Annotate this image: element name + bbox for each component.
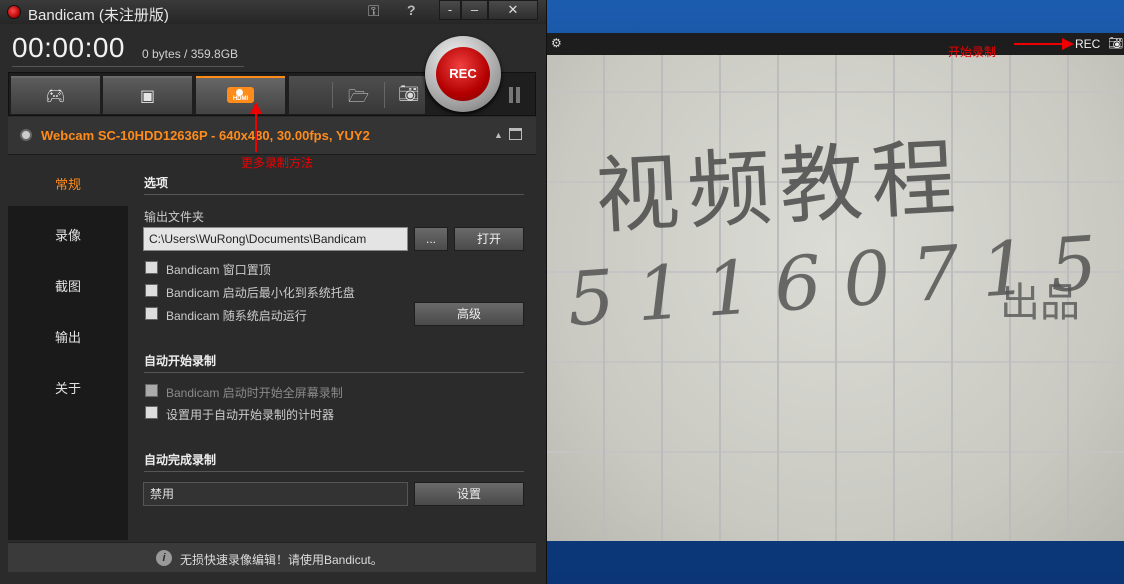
topmost-checkbox[interactable] (145, 261, 158, 274)
annotation-arrow (255, 108, 257, 152)
info-icon: i (156, 550, 172, 566)
gamepad-icon: 🎮︎ (45, 88, 66, 105)
device-mode-tab[interactable]: HDMI (196, 76, 285, 114)
annotation-arrowhead (1062, 38, 1074, 50)
app-logo-icon (7, 5, 21, 19)
game-mode-tab[interactable]: 🎮︎ (11, 76, 100, 114)
output-folder-label: 输出文件夹 (144, 210, 205, 224)
minimize-tray-checkbox[interactable] (145, 284, 158, 297)
auto-complete-settings-button[interactable]: 设置 (414, 482, 524, 506)
auto-complete-value: 禁用 (143, 482, 408, 506)
annotation-more-methods: 更多录制方法 (241, 156, 314, 170)
device-info[interactable]: Webcam SC-10HDD12636P - 640x480, 30.00fp… (41, 128, 370, 143)
section-title-auto-start: 自动开始录制 (144, 354, 217, 368)
divider (144, 372, 524, 373)
timer-record-checkbox[interactable] (145, 406, 158, 419)
sidebar-item-about[interactable]: 关于 (8, 378, 128, 397)
close-button[interactable]: ✕ (488, 0, 538, 20)
minimize-tray-label: Bandicam 启动后最小化到系统托盘 (166, 286, 355, 300)
hdmi-webcam-icon: HDMI (227, 87, 254, 103)
timer-record-label: 设置用于自动开始录制的计时器 (166, 408, 335, 422)
folder-icon[interactable]: 🗁 (348, 84, 369, 113)
section-title-auto-complete: 自动完成录制 (144, 453, 217, 467)
help-icon[interactable]: ? (407, 2, 416, 18)
handwriting-line: 视频教程 (593, 128, 966, 246)
open-folder-button[interactable]: 打开 (454, 227, 524, 251)
topmost-label: Bandicam 窗口置顶 (166, 263, 271, 277)
sidebar-item-general[interactable]: 常规 (8, 174, 128, 193)
preview-camera-icon[interactable]: 📷︎ (1108, 36, 1123, 50)
sidebar-item-video[interactable]: 录像 (8, 225, 128, 244)
key-icon[interactable]: ⚿ (368, 3, 379, 20)
screenshot-camera-icon[interactable]: 📷︎ (398, 84, 420, 104)
status-message[interactable]: 无损快速录像编辑！请使用Bandicut。 (180, 551, 383, 568)
advanced-button[interactable]: 高级 (414, 302, 524, 326)
sidebar (8, 156, 128, 540)
output-folder-input[interactable]: C:\Users\WuRong\Documents\Bandicam (143, 227, 408, 251)
screen-mode-tab[interactable]: ▣ (103, 76, 192, 114)
autostart-label: Bandicam 随系统启动运行 (166, 309, 307, 323)
section-title-options: 选项 (144, 176, 169, 190)
divider (144, 194, 524, 195)
divider (144, 471, 524, 472)
fullscreen-record-checkbox[interactable] (145, 384, 158, 397)
separator (384, 82, 385, 108)
collapse-icon[interactable]: ▲ (494, 130, 503, 140)
annotation-arrowhead (250, 102, 262, 114)
handwriting-line: 出品 (1000, 280, 1080, 326)
browse-button[interactable]: ... (414, 227, 448, 251)
separator (332, 82, 333, 108)
minimize-button[interactable]: – (461, 0, 488, 20)
sidebar-item-screenshot[interactable]: 截图 (8, 276, 128, 295)
divider (12, 66, 244, 67)
rec-button[interactable]: REC (436, 47, 490, 101)
pause-icon[interactable] (509, 87, 521, 103)
file-size-info: 0 bytes / 359.8GB (142, 47, 239, 61)
gear-icon[interactable]: ⚙ (551, 36, 562, 50)
window-title: Bandicam (未注册版) (28, 7, 169, 24)
window-mode-icon[interactable] (509, 128, 522, 140)
preview-rec-button[interactable]: REC (1075, 37, 1100, 51)
annotation-arrow (1014, 43, 1064, 45)
autostart-checkbox[interactable] (145, 307, 158, 320)
annotation-start-recording: 开始录制 (948, 45, 997, 59)
recording-timer: 00:00:00 (12, 32, 125, 63)
webcam-icon (20, 129, 32, 141)
fullscreen-record-label: Bandicam 启动时开始全屏幕录制 (166, 386, 343, 400)
sidebar-item-output[interactable]: 输出 (8, 327, 128, 346)
minimize-to-tray-button[interactable]: - (439, 0, 461, 20)
screen-rectangle-icon: ▣ (139, 88, 156, 105)
